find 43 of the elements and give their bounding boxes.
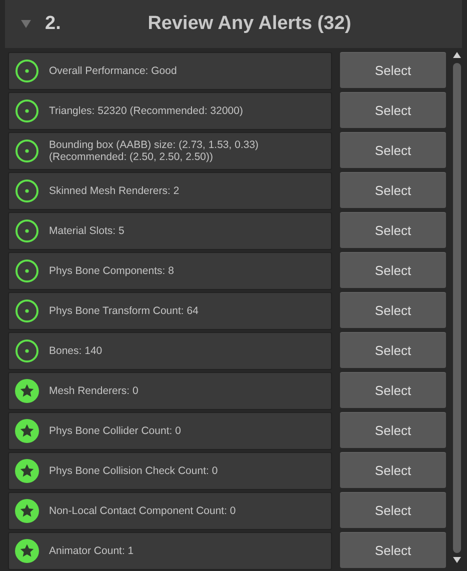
select-button[interactable]: Select (340, 452, 446, 488)
alert-text: Material Slots: 5 (49, 225, 124, 237)
star-badge-icon (15, 459, 39, 483)
star-badge-icon (15, 499, 39, 523)
scroll-down-arrow-icon[interactable] (452, 557, 460, 563)
alert-text: Bounding box (AABB) size: (2.73, 1.53, 0.33) (Recommended: (2.50, 2.50, 2.50)) (49, 139, 259, 163)
select-button[interactable]: Select (340, 172, 446, 208)
section-number: 2. (45, 12, 61, 36)
ring-dot-icon (15, 299, 39, 323)
select-button[interactable]: Select (340, 532, 446, 568)
alert-text: Animator Count: 1 (49, 545, 134, 557)
ring-dot-icon (15, 259, 39, 283)
select-button[interactable]: Select (340, 492, 446, 528)
alert-text: Phys Bone Components: 8 (49, 265, 174, 277)
select-button[interactable]: Select (340, 332, 446, 368)
alert-text: Mesh Renderers: 0 (49, 385, 138, 397)
select-button[interactable]: Select (340, 372, 446, 408)
ring-dot-icon (15, 219, 39, 243)
select-button[interactable]: Select (340, 292, 446, 328)
alert-text: Non-Local Contact Component Count: 0 (49, 505, 236, 517)
alert-text: Phys Bone Transform Count: 64 (49, 305, 198, 317)
ring-dot-icon (15, 179, 39, 203)
select-button[interactable]: Select (340, 212, 446, 248)
alert-text: Overall Performance: Good (49, 65, 177, 77)
scroll-up-arrow-icon[interactable] (452, 52, 460, 58)
star-badge-icon (15, 539, 39, 563)
section-title: Review Any Alerts (32) (146, 12, 352, 36)
ring-dot-icon (15, 339, 39, 363)
select-button[interactable]: Select (340, 252, 446, 288)
ring-dot-icon (15, 99, 39, 123)
alert-text: Triangles: 52320 (Recommended: 32000) (49, 105, 243, 117)
select-button[interactable]: Select (340, 132, 446, 168)
select-button[interactable]: Select (340, 412, 446, 448)
ring-dot-icon (15, 139, 39, 163)
star-badge-icon (15, 419, 39, 443)
alert-text: Bones: 140 (49, 345, 102, 357)
alert-text: Phys Bone Collider Count: 0 (49, 425, 181, 437)
select-button[interactable]: Select (340, 52, 446, 88)
star-badge-icon (15, 379, 39, 403)
alert-text: Phys Bone Collision Check Count: 0 (49, 465, 218, 477)
ring-dot-icon (15, 59, 39, 83)
alert-text: Skinned Mesh Renderers: 2 (49, 185, 180, 197)
select-button[interactable]: Select (340, 92, 446, 128)
